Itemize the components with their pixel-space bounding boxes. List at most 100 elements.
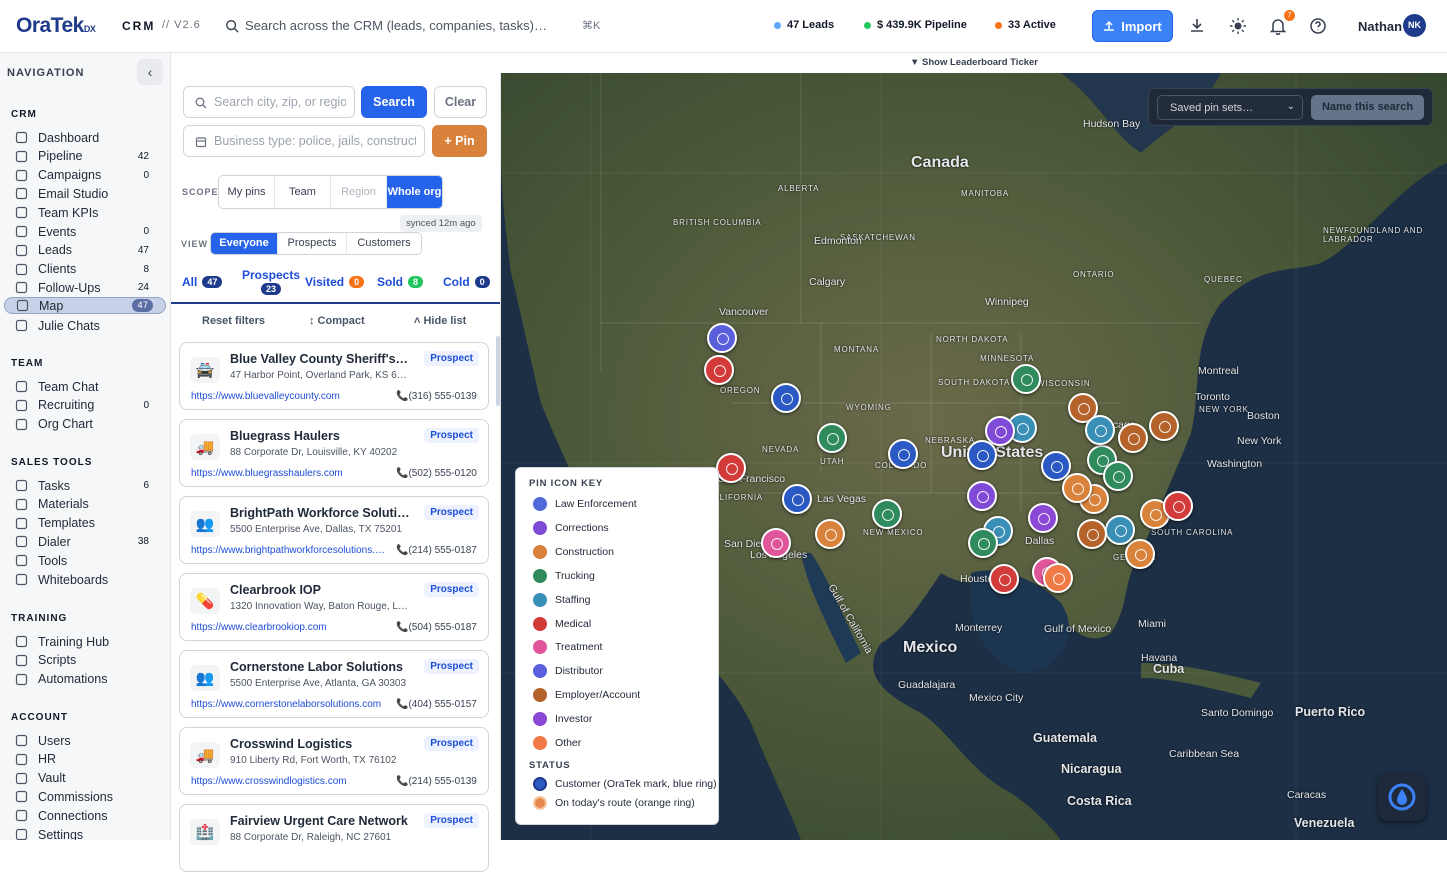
map-pin[interactable] bbox=[771, 383, 801, 413]
card-name[interactable]: Blue Valley County Sheriff's Office bbox=[230, 352, 410, 366]
global-search-input[interactable]: Search across the CRM (leads, companies,… bbox=[245, 18, 547, 33]
map-pin[interactable] bbox=[716, 453, 746, 483]
card-name[interactable]: Fairview Urgent Care Network bbox=[230, 814, 410, 828]
bell-icon[interactable] bbox=[1269, 17, 1287, 35]
card-name[interactable]: Clearbrook IOP bbox=[230, 583, 410, 597]
map-pin[interactable] bbox=[1125, 539, 1155, 569]
filter-all[interactable]: All 47 bbox=[182, 275, 223, 289]
saved-pin-sets-select[interactable]: Saved pin sets… ⌄ bbox=[1157, 95, 1303, 120]
map-pin[interactable] bbox=[707, 323, 737, 353]
pin-list-card[interactable]: 💊 Clearbrook IOP 1320 Innovation Way, Bato… bbox=[179, 573, 489, 641]
search-button[interactable]: Search bbox=[361, 86, 427, 118]
sidebar-item-settings[interactable]: Settings bbox=[4, 826, 166, 840]
card-phone[interactable]: 📞(502) 555-0120 bbox=[396, 468, 477, 479]
sidebar-item-leads[interactable]: Leads 47 bbox=[4, 242, 166, 259]
stat-leads[interactable]: 47 Leads bbox=[774, 19, 834, 31]
card-phone[interactable]: 📞(504) 555-0187 bbox=[396, 622, 477, 633]
card-name[interactable]: Cornerstone Labor Solutions bbox=[230, 660, 410, 674]
map-pin[interactable] bbox=[872, 499, 902, 529]
map-pin[interactable] bbox=[1077, 519, 1107, 549]
pin-list-card[interactable]: 👥 BrightPath Workforce Solutions 5500 Ente… bbox=[179, 496, 489, 564]
map-pin[interactable] bbox=[989, 564, 1019, 594]
scope-whole-org[interactable]: Whole org bbox=[387, 176, 442, 208]
sidebar-item-email-studio[interactable]: Email Studio bbox=[4, 185, 166, 202]
view-customers[interactable]: Customers bbox=[347, 233, 421, 254]
sidebar-item-training-hub[interactable]: Training Hub bbox=[4, 633, 166, 650]
sidebar-item-connections[interactable]: Connections bbox=[4, 807, 166, 824]
sidebar-item-hr[interactable]: HR bbox=[4, 751, 166, 768]
sidebar-item-campaigns[interactable]: Campaigns 0 bbox=[4, 167, 166, 184]
sidebar-item-tasks[interactable]: Tasks 6 bbox=[4, 477, 166, 494]
card-name[interactable]: Crosswind Logistics bbox=[230, 737, 410, 751]
logo[interactable]: OraTekDX bbox=[16, 14, 96, 38]
map-pin[interactable] bbox=[1043, 563, 1073, 593]
card-website-link[interactable]: https://www.clearbrookiop.com bbox=[191, 622, 385, 633]
business-type-input[interactable]: Business type: police, jails, constructi… bbox=[183, 125, 425, 157]
avatar[interactable]: NK bbox=[1403, 14, 1426, 37]
card-name[interactable]: BrightPath Workforce Solutions bbox=[230, 506, 410, 520]
sidebar-item-users[interactable]: Users bbox=[4, 732, 166, 749]
view-prospects[interactable]: Prospects bbox=[278, 233, 347, 254]
card-name[interactable]: Bluegrass Haulers bbox=[230, 429, 410, 443]
help-icon[interactable] bbox=[1309, 17, 1327, 35]
scope-team[interactable]: Team bbox=[275, 176, 331, 208]
map-pin[interactable] bbox=[782, 484, 812, 514]
pin-list-card[interactable]: 🚚 Crosswind Logistics 910 Liberty Rd, Fort… bbox=[179, 727, 489, 795]
map-pin[interactable] bbox=[967, 481, 997, 511]
compact-button[interactable]: ↕ Compact bbox=[309, 315, 365, 327]
scope-region[interactable]: Region bbox=[331, 176, 387, 208]
sidebar-item-team-kpis[interactable]: Team KPIs bbox=[4, 204, 166, 221]
map-pin[interactable] bbox=[704, 355, 734, 385]
pin-list-card[interactable]: 👥 Cornerstone Labor Solutions 5500 Enterpr… bbox=[179, 650, 489, 718]
map-pin[interactable] bbox=[1163, 491, 1193, 521]
card-phone[interactable]: 📞(404) 555-0157 bbox=[396, 699, 477, 710]
reset-filters-button[interactable]: Reset filters bbox=[202, 315, 265, 327]
sidebar-item-templates[interactable]: Templates bbox=[4, 515, 166, 532]
pin-list-card[interactable]: 🏥 Fairview Urgent Care Network 88 Corporat… bbox=[179, 804, 489, 872]
map-pin[interactable] bbox=[888, 439, 918, 469]
sidebar-item-commissions[interactable]: Commissions bbox=[4, 788, 166, 805]
sidebar-item-map[interactable]: Map 47 bbox=[4, 297, 166, 315]
map-pin[interactable] bbox=[1028, 503, 1058, 533]
sidebar-item-julie-chats[interactable]: Julie Chats bbox=[4, 317, 166, 334]
sidebar-item-materials[interactable]: Materials bbox=[4, 496, 166, 513]
filter-prospects[interactable]: Prospects 23 bbox=[242, 268, 300, 295]
card-phone[interactable]: 📞(214) 555-0139 bbox=[396, 776, 477, 787]
sidebar-item-pipeline[interactable]: Pipeline 42 bbox=[4, 148, 166, 165]
global-search[interactable]: Search across the CRM (leads, companies,… bbox=[213, 9, 609, 43]
card-website-link[interactable]: https://www.cornerstonelaborsolutions.co… bbox=[191, 699, 385, 710]
sidebar-item-automations[interactable]: Automations bbox=[4, 671, 166, 688]
hide-list-button[interactable]: ˄ Hide list bbox=[414, 315, 466, 327]
map-pin[interactable] bbox=[1085, 415, 1115, 445]
oratek-assistant-button[interactable] bbox=[1378, 773, 1426, 821]
list-scrollbar[interactable] bbox=[496, 336, 500, 406]
theme-toggle-icon[interactable] bbox=[1229, 17, 1247, 35]
import-button[interactable]: Import bbox=[1092, 10, 1173, 42]
card-phone[interactable]: 📞(316) 555-0139 bbox=[396, 391, 477, 402]
sidebar-item-dialer[interactable]: Dialer 38 bbox=[4, 533, 166, 550]
sidebar-item-clients[interactable]: Clients 8 bbox=[4, 261, 166, 278]
map-pin[interactable] bbox=[1149, 411, 1179, 441]
sidebar-item-scripts[interactable]: Scripts bbox=[4, 652, 166, 669]
card-website-link[interactable]: https://www.bluegrasshaulers.com bbox=[191, 468, 385, 479]
map-pin[interactable] bbox=[1011, 364, 1041, 394]
filter-visited[interactable]: Visited 0 bbox=[305, 275, 365, 289]
card-website-link[interactable]: https://www.bluevalleycounty.com bbox=[191, 391, 385, 402]
sidebar-item-org-chart[interactable]: Org Chart bbox=[4, 416, 166, 433]
stat-pipeline[interactable]: $ 439.9K Pipeline bbox=[864, 19, 967, 31]
pin-list-card[interactable]: 🚚 Bluegrass Haulers 88 Corporate Dr, Louis… bbox=[179, 419, 489, 487]
map-pin[interactable] bbox=[968, 528, 998, 558]
pin-list-card[interactable]: 🚔 Blue Valley County Sheriff's Office 47 H… bbox=[179, 342, 489, 410]
collapse-sidebar-button[interactable]: ‹ bbox=[137, 59, 163, 85]
user-name[interactable]: Nathan bbox=[1358, 19, 1402, 34]
card-website-link[interactable]: https://www.brightpathworkforcesolutions… bbox=[191, 545, 385, 556]
stat-active[interactable]: 33 Active bbox=[995, 19, 1056, 31]
leaderboard-ticker-toggle[interactable]: ▼ Show Leaderboard Ticker bbox=[501, 53, 1447, 73]
sidebar-item-dashboard[interactable]: Dashboard bbox=[4, 129, 166, 146]
clear-button[interactable]: Clear bbox=[434, 86, 487, 118]
map-pin[interactable] bbox=[817, 423, 847, 453]
location-search-input[interactable]: Search city, zip, or region bbox=[183, 86, 355, 118]
card-website-link[interactable]: https://www.crosswindlogistics.com bbox=[191, 776, 385, 787]
name-search-button[interactable]: Name this search bbox=[1311, 95, 1424, 120]
map-pin[interactable] bbox=[761, 528, 791, 558]
